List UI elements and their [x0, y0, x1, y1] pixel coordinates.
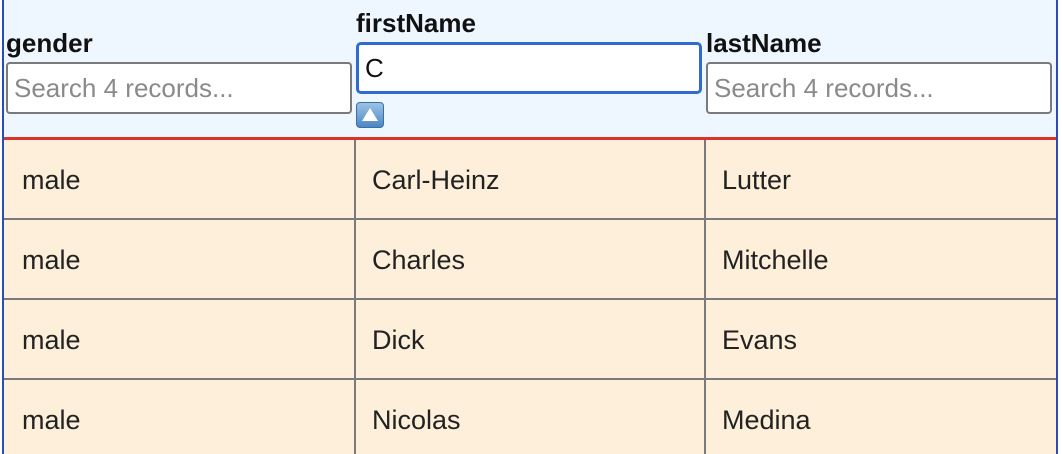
column-title-gender: gender: [6, 28, 93, 58]
table-header: gender firstName lastName: [4, 0, 1056, 140]
cell-lastname: Lutter: [722, 165, 792, 195]
cell-gender: male: [4, 380, 356, 454]
cell-gender: male: [4, 140, 356, 220]
cell-firstname: Nicolas: [354, 380, 706, 454]
table-row[interactable]: male Carl-Heinz Lutter: [4, 140, 1056, 220]
cell-firstname: Dick: [354, 300, 706, 380]
cell-lastname: Mitchelle: [722, 245, 829, 275]
data-table: gender firstName lastName male Carl-Hein…: [2, 0, 1058, 454]
cell-lastname: Evans: [722, 325, 798, 355]
cell-lastname: Medina: [722, 405, 811, 435]
lastname-search-input[interactable]: [706, 62, 1052, 114]
cell-firstname: Carl-Heinz: [354, 140, 706, 220]
firstname-search-input[interactable]: [356, 42, 702, 94]
table-row[interactable]: male Charles Mitchelle: [4, 220, 1056, 300]
cell-gender: male: [4, 220, 356, 300]
sort-ascending-button[interactable]: [356, 102, 384, 128]
gender-search-input[interactable]: [6, 62, 352, 114]
column-title-firstname: firstName: [356, 8, 476, 38]
table-row[interactable]: male Nicolas Medina: [4, 380, 1056, 454]
cell-firstname: Charles: [354, 220, 706, 300]
sort-ascending-icon: [362, 108, 378, 121]
column-title-lastname: lastName: [706, 28, 822, 58]
cell-gender: male: [4, 300, 356, 380]
table-row[interactable]: male Dick Evans: [4, 300, 1056, 380]
